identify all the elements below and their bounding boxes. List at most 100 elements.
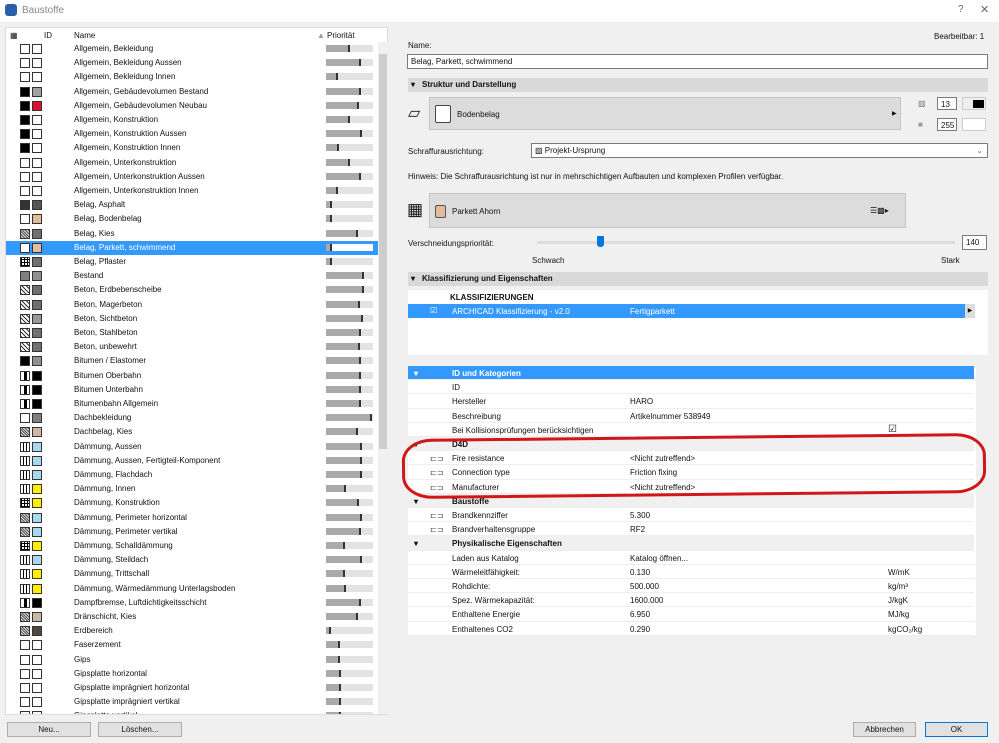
list-item[interactable]: Dachbelag, Kies xyxy=(6,425,378,439)
list-item[interactable]: Belag, Pflaster xyxy=(6,255,378,269)
priority-fill xyxy=(326,215,333,223)
list-item[interactable]: Beton, unbewehrt xyxy=(6,340,378,354)
list-item[interactable]: Erdbereich xyxy=(6,624,378,638)
color-swatch xyxy=(32,242,42,253)
list-item[interactable]: Allgemein, Bekleidung Aussen xyxy=(6,56,378,70)
list-item[interactable]: Dränschicht, Kies xyxy=(6,610,378,624)
delete-button[interactable]: Löschen... xyxy=(98,722,182,737)
list-item[interactable]: Dämmung, Perimeter horizontal xyxy=(6,511,378,525)
property-value[interactable]: HARO xyxy=(630,397,653,406)
list-item[interactable]: Bitumen Unterbahn xyxy=(6,383,378,397)
list-item[interactable]: Belag, Bodenbelag xyxy=(6,212,378,226)
priority-bar xyxy=(326,116,373,123)
property-value[interactable]: 0.130 xyxy=(630,568,650,577)
list-item[interactable]: Gipsplatte horizontal xyxy=(6,667,378,681)
list-item[interactable]: Allgemein, Bekleidung Innen xyxy=(6,70,378,84)
pen-color-black[interactable] xyxy=(962,97,986,110)
surface-picker[interactable]: Parkett Ahorn ☰▩▸ xyxy=(429,193,906,228)
list-item[interactable]: Bitumen / Elastomer xyxy=(6,354,378,368)
list-item[interactable]: Allgemein, Gebäudevolumen Neubau xyxy=(6,99,378,113)
ok-button[interactable]: OK xyxy=(925,722,988,737)
hatch-column-icon[interactable]: ▦ xyxy=(10,31,18,40)
property-value[interactable]: 1600.000 xyxy=(630,596,663,605)
property-value[interactable]: 500.000 xyxy=(630,582,659,591)
list-item[interactable]: Belag, Parkett, schwimmend xyxy=(6,240,378,255)
list-item[interactable]: Bestand xyxy=(6,269,378,283)
list-item[interactable]: Dämmung, Aussen xyxy=(6,440,378,454)
classification-row[interactable]: ☑ ARCHICAD Klassifizierung - v2.0 Fertig… xyxy=(408,304,965,318)
list-item[interactable]: Allgemein, Konstruktion Innen xyxy=(6,141,378,155)
expand-triangle-icon[interactable]: ▾ xyxy=(414,369,418,378)
property-row: Beschreibung Artikelnummer 538949 xyxy=(408,408,974,423)
property-value[interactable]: Artikelnummer 538949 xyxy=(630,412,710,421)
name-input[interactable]: Belag, Parkett, schwimmend xyxy=(407,54,988,69)
list-item[interactable]: Allgemein, Konstruktion Aussen xyxy=(6,127,378,141)
priority-slider[interactable] xyxy=(537,236,955,247)
priority-input[interactable]: 140 xyxy=(962,235,987,250)
list-item[interactable]: Dämmung, Flachdach xyxy=(6,468,378,482)
list-item[interactable]: Beton, Erdbebenscheibe xyxy=(6,283,378,297)
list-item[interactable]: Dämmung, Konstruktion xyxy=(6,496,378,510)
hatch-orientation-select[interactable]: ▨ Projekt-Ursprung ⌄ xyxy=(531,143,988,158)
material-name: Dachbelag, Kies xyxy=(74,427,133,437)
list-item[interactable]: Faserzement xyxy=(6,638,378,652)
list-item[interactable]: Allgemein, Konstruktion xyxy=(6,113,378,127)
list-item[interactable]: Belag, Asphalt xyxy=(6,198,378,212)
material-name: Allgemein, Gebäudevolumen Neubau xyxy=(74,100,207,110)
property-value[interactable]: 5.300 xyxy=(630,511,650,520)
list-item[interactable]: Allgemein, Unterkonstruktion xyxy=(6,156,378,170)
list-item[interactable]: Gipsplatte imprägniert horizontal xyxy=(6,681,378,695)
property-value[interactable]: 6.950 xyxy=(630,610,650,619)
cancel-button[interactable]: Abbrechen xyxy=(853,722,916,737)
list-item[interactable]: Gips xyxy=(6,653,378,667)
properties-scrollbar[interactable] xyxy=(976,366,988,636)
list-item[interactable]: Allgemein, Unterkonstruktion Aussen xyxy=(6,170,378,184)
hatch-orientation-value: Projekt-Ursprung xyxy=(544,146,606,155)
list-item[interactable]: Belag, Kies xyxy=(6,227,378,241)
fill-pen-input[interactable]: 13 xyxy=(937,97,957,110)
list-item[interactable]: Dämmung, Schalldämmung xyxy=(6,539,378,553)
list-item[interactable]: Allgemein, Gebäudevolumen Bestand xyxy=(6,85,378,99)
slider-thumb[interactable] xyxy=(596,236,604,247)
expand-triangle-icon[interactable]: ▾ xyxy=(414,539,418,548)
column-priority[interactable]: Priorität xyxy=(327,31,355,40)
close-button[interactable]: ✕ xyxy=(980,3,989,16)
property-value[interactable]: RF2 xyxy=(630,525,645,534)
list-item[interactable]: Dämmung, Aussen, Fertigteil-Komponent xyxy=(6,454,378,468)
list-item[interactable]: Beton, Sichtbeton xyxy=(6,312,378,326)
list-scrollbar[interactable] xyxy=(378,42,388,714)
list-item[interactable]: Beton, Magerbeton xyxy=(6,298,378,312)
scrollbar-thumb[interactable] xyxy=(379,54,387,449)
column-name[interactable]: Name xyxy=(74,31,95,40)
list-item[interactable]: Dachbekleidung xyxy=(6,411,378,425)
help-button[interactable]: ? xyxy=(958,4,964,15)
list-item[interactable]: Bitumen Oberbahn xyxy=(6,369,378,383)
property-group[interactable]: ▾ Physikalische Eigenschaften xyxy=(408,536,974,551)
property-group[interactable]: ▾ ID und Kategorien xyxy=(408,366,974,381)
property-value[interactable]: Katalog öffnen... xyxy=(630,554,688,563)
list-item[interactable]: Allgemein, Bekleidung xyxy=(6,42,378,56)
expand-triangle-icon[interactable]: ▾ xyxy=(414,497,418,506)
fill-picker[interactable]: Bodenbelag ▶ xyxy=(429,97,901,130)
bg-pen-input[interactable]: 255 xyxy=(937,118,957,131)
chevron-right-icon[interactable]: ▶ xyxy=(965,304,975,318)
list-item[interactable]: Gipsplatte vertikal xyxy=(6,709,378,714)
new-button[interactable]: Neu... xyxy=(7,722,91,737)
column-id[interactable]: ID xyxy=(44,31,52,40)
list-item[interactable]: Gipsplatte imprägniert vertikal xyxy=(6,695,378,709)
section-classification[interactable]: Klassifizierung und Eigenschaften xyxy=(408,272,988,286)
checkbox-checked-icon[interactable]: ☑ xyxy=(430,306,437,315)
list-item[interactable]: Beton, Stahlbeton xyxy=(6,326,378,340)
list-item[interactable]: Dämmung, Trittschall xyxy=(6,567,378,581)
list-item[interactable]: Dampfbremse, Luftdichtigkeitsschicht xyxy=(6,596,378,610)
property-value[interactable]: 0.290 xyxy=(630,625,650,634)
material-name: Allgemein, Bekleidung Innen xyxy=(74,72,176,82)
section-structure[interactable]: Struktur und Darstellung xyxy=(408,78,988,92)
list-item[interactable]: Dämmung, Wärmedämmung Unterlagsboden xyxy=(6,582,378,596)
list-item[interactable]: Bitumenbahn Allgemein xyxy=(6,397,378,411)
list-item[interactable]: Dämmung, Innen xyxy=(6,482,378,496)
list-item[interactable]: Allgemein, Unterkonstruktion Innen xyxy=(6,184,378,198)
list-item[interactable]: Dämmung, Steildach xyxy=(6,553,378,567)
pen-color-white[interactable] xyxy=(962,118,986,131)
list-item[interactable]: Dämmung, Perimeter vertikal xyxy=(6,525,378,539)
